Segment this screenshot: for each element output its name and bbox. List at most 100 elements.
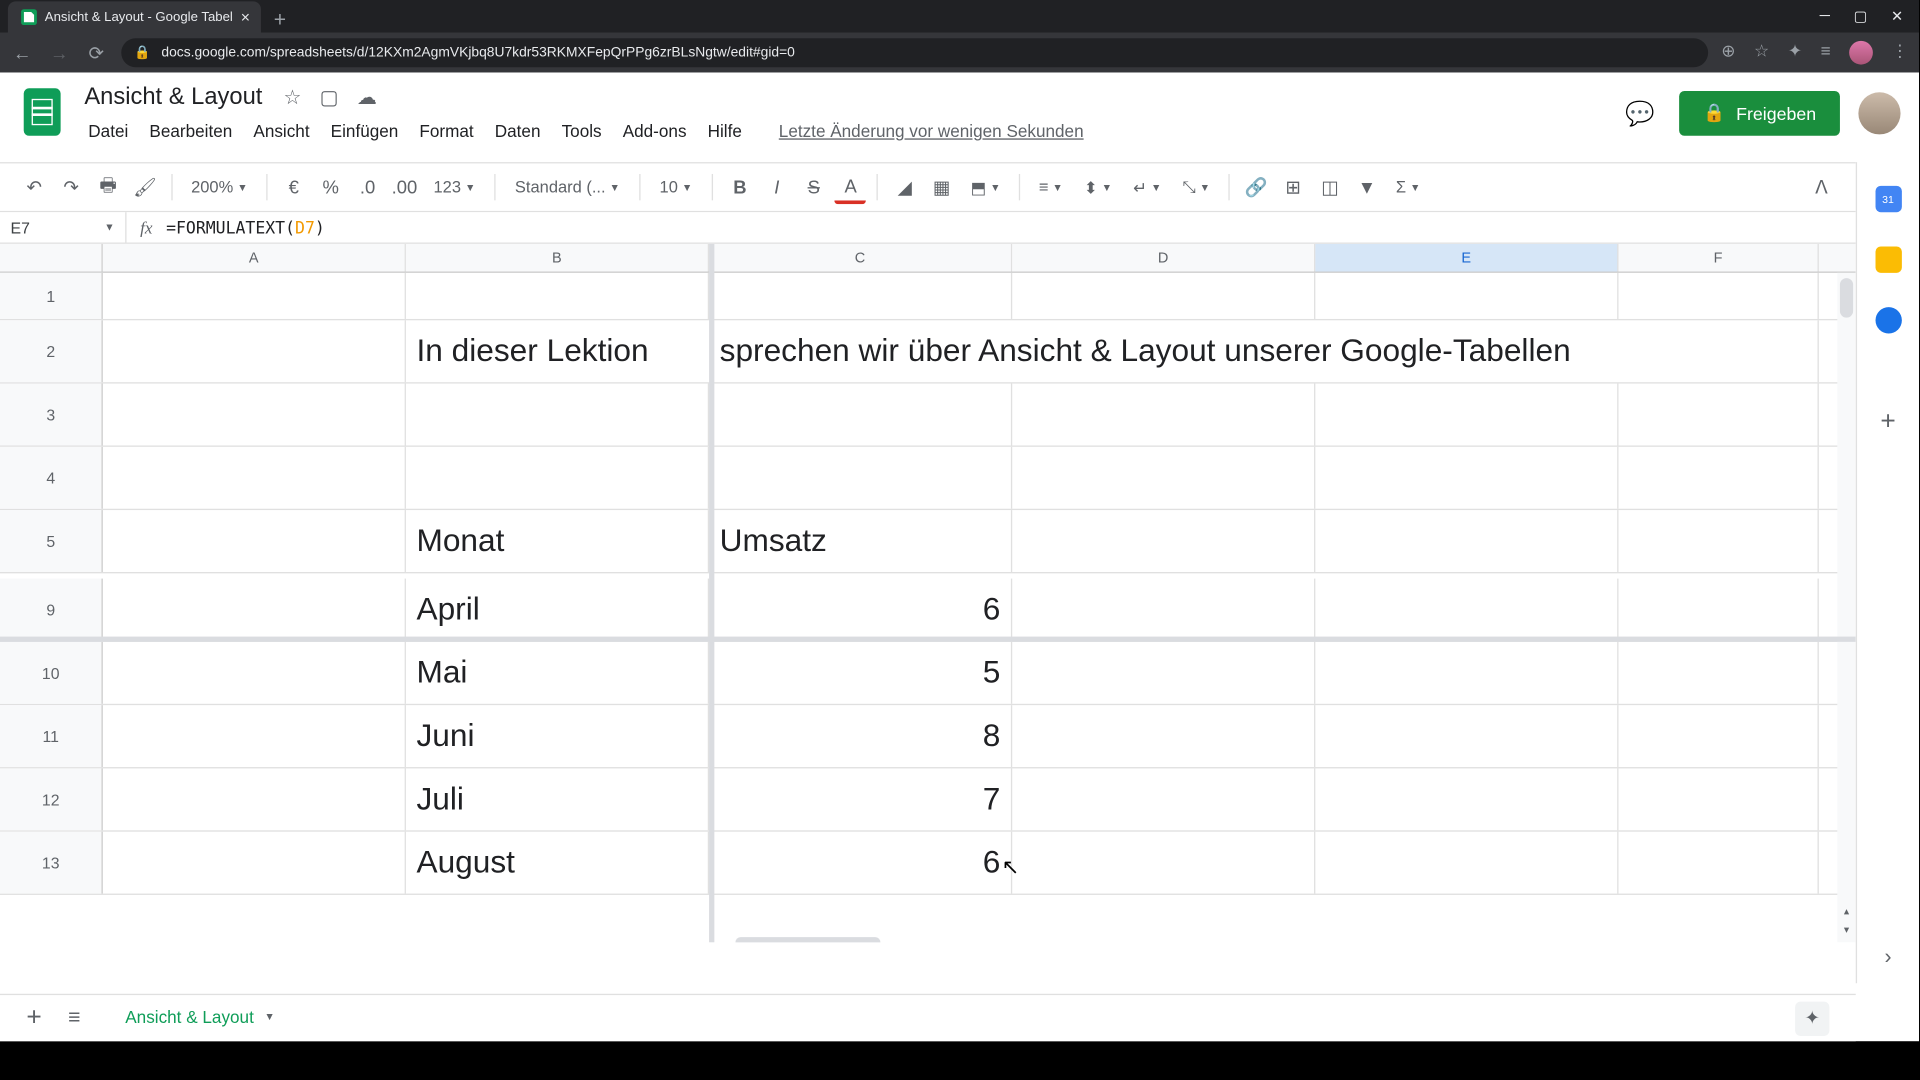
link-icon[interactable]: 🔗 xyxy=(1240,170,1272,204)
move-icon[interactable]: ▢ xyxy=(320,85,339,109)
profile-avatar[interactable] xyxy=(1849,41,1873,65)
col-header-B[interactable]: B xyxy=(406,244,709,272)
cell-month[interactable]: August xyxy=(406,832,709,894)
cell-value[interactable]: 6 xyxy=(709,579,1012,641)
cell-month[interactable]: April xyxy=(406,579,709,641)
cell-c5[interactable]: Umsatz xyxy=(709,510,1012,572)
borders-icon[interactable]: ▦ xyxy=(926,170,958,204)
font-family-dropdown[interactable]: Standard (...▼ xyxy=(506,170,630,204)
back-icon[interactable]: ← xyxy=(11,42,35,63)
undo-icon[interactable]: ↶ xyxy=(18,170,50,204)
window-maximize-icon[interactable]: ▢ xyxy=(1854,8,1868,25)
row-header[interactable]: 2 xyxy=(0,320,103,382)
menu-daten[interactable]: Daten xyxy=(486,116,550,146)
cell-b5[interactable]: Monat xyxy=(406,510,709,572)
calendar-icon[interactable] xyxy=(1875,186,1901,212)
row-header[interactable]: 11 xyxy=(0,705,103,767)
cell-month[interactable]: Mai xyxy=(406,642,709,704)
explore-icon[interactable]: ✦ xyxy=(1795,1001,1829,1035)
cell-value[interactable]: 7 xyxy=(709,768,1012,830)
extensions-icon[interactable]: ✦ xyxy=(1788,41,1802,65)
zoom-indicator-icon[interactable]: ⊕ xyxy=(1721,41,1735,65)
row-header[interactable]: 10 xyxy=(0,642,103,704)
new-tab-button[interactable]: + xyxy=(261,9,300,33)
col-header-C[interactable]: C xyxy=(709,244,1012,272)
tab-close-icon[interactable]: × xyxy=(241,8,250,26)
col-header-E[interactable]: E xyxy=(1315,244,1618,272)
select-all-corner[interactable] xyxy=(0,244,103,272)
name-box[interactable]: E7 ▼ xyxy=(0,212,127,242)
hide-panel-icon[interactable]: › xyxy=(1885,946,1892,970)
account-avatar[interactable] xyxy=(1858,92,1900,134)
last-edit-link[interactable]: Letzte Änderung vor wenigen Sekunden xyxy=(770,116,1093,146)
menu-bearbeiten[interactable]: Bearbeiten xyxy=(140,116,241,146)
freeze-bar-horizontal[interactable] xyxy=(0,637,1856,642)
cell-value[interactable]: 6 xyxy=(709,832,1012,894)
menu-ansicht[interactable]: Ansicht xyxy=(244,116,319,146)
forward-icon[interactable]: → xyxy=(47,42,71,63)
sheet-tab-active[interactable]: Ansicht & Layout ▼ xyxy=(107,996,293,1039)
fill-color-icon[interactable]: ◢ xyxy=(889,170,921,204)
url-input[interactable]: 🔒 docs.google.com/spreadsheets/d/12KXm2A… xyxy=(121,38,1708,67)
cell-month[interactable]: Juni xyxy=(406,705,709,767)
wrap-dropdown[interactable]: ↵▼ xyxy=(1125,170,1169,204)
share-button[interactable]: 🔒 Freigeben xyxy=(1680,91,1840,136)
all-sheets-icon[interactable]: ≡ xyxy=(68,1006,80,1030)
col-header-A[interactable]: A xyxy=(103,244,406,272)
reload-icon[interactable]: ⟳ xyxy=(84,42,108,64)
merge-dropdown[interactable]: ⬒▼ xyxy=(963,170,1009,204)
redo-icon[interactable]: ↷ xyxy=(55,170,87,204)
paint-format-icon[interactable]: 🖌 xyxy=(129,170,161,204)
row-header[interactable]: 1 xyxy=(0,273,103,319)
collapse-toolbar-icon[interactable]: ᐱ xyxy=(1806,170,1838,204)
currency-icon[interactable]: € xyxy=(278,170,310,204)
star-icon[interactable]: ☆ xyxy=(283,85,301,109)
horizontal-scrollbar[interactable] xyxy=(103,937,1837,942)
menu-datei[interactable]: Datei xyxy=(79,116,137,146)
sheets-logo-icon[interactable] xyxy=(18,80,65,143)
functions-dropdown[interactable]: Σ▼ xyxy=(1388,170,1428,204)
grid-body[interactable]: 1 2In dieser Lektionsprechen wir über An… xyxy=(0,273,1856,895)
window-close-icon[interactable]: ✕ xyxy=(1891,8,1903,25)
scrollbar-thumb[interactable] xyxy=(1840,278,1853,318)
menu-format[interactable]: Format xyxy=(410,116,483,146)
vertical-scrollbar[interactable]: ▴ ▾ xyxy=(1837,273,1855,943)
col-header-F[interactable]: F xyxy=(1619,244,1819,272)
formula-input[interactable]: =FORMULATEXT(D7) xyxy=(166,217,325,237)
row-header[interactable]: 13 xyxy=(0,832,103,894)
chart-icon[interactable]: ◫ xyxy=(1314,170,1346,204)
reading-list-icon[interactable]: ≡ xyxy=(1821,41,1831,65)
scroll-down-icon[interactable]: ▾ xyxy=(1837,924,1855,942)
comment-icon[interactable]: ⊞ xyxy=(1277,170,1309,204)
bookmark-star-icon[interactable]: ☆ xyxy=(1754,41,1769,65)
cell-value[interactable]: 5 xyxy=(709,642,1012,704)
halign-dropdown[interactable]: ≡▼ xyxy=(1031,170,1071,204)
zoom-dropdown[interactable]: 200%▼ xyxy=(183,170,255,204)
filter-icon[interactable]: ▼ xyxy=(1351,170,1383,204)
valign-dropdown[interactable]: ⬍▼ xyxy=(1076,170,1120,204)
window-minimize-icon[interactable]: ─ xyxy=(1820,8,1830,25)
row-header[interactable]: 4 xyxy=(0,447,103,509)
cloud-status-icon[interactable]: ☁ xyxy=(357,85,377,109)
keep-icon[interactable] xyxy=(1875,246,1901,272)
tasks-icon[interactable] xyxy=(1875,307,1901,333)
menu-tools[interactable]: Tools xyxy=(552,116,610,146)
menu-addons[interactable]: Add-ons xyxy=(613,116,695,146)
cell-value[interactable]: 8 xyxy=(709,705,1012,767)
freeze-bar-vertical[interactable] xyxy=(709,244,714,943)
italic-icon[interactable]: I xyxy=(761,170,793,204)
cell-c2[interactable]: sprechen wir über Ansicht & Layout unser… xyxy=(709,320,1012,382)
doc-title[interactable]: Ansicht & Layout xyxy=(79,80,268,113)
row-header[interactable]: 5 xyxy=(0,510,103,572)
browser-tab[interactable]: Ansicht & Layout - Google Tabel × xyxy=(8,1,261,33)
row-header[interactable]: 3 xyxy=(0,384,103,446)
cell-month[interactable]: Juli xyxy=(406,768,709,830)
text-color-icon[interactable]: A xyxy=(835,170,867,204)
font-size-dropdown[interactable]: 10▼ xyxy=(652,170,702,204)
decrease-decimal-icon[interactable]: .0 xyxy=(352,170,384,204)
add-addon-icon[interactable]: + xyxy=(1880,407,1895,437)
menu-einfuegen[interactable]: Einfügen xyxy=(321,116,407,146)
row-header[interactable]: 9 xyxy=(0,579,103,641)
rotate-dropdown[interactable]: ⤡▼ xyxy=(1175,170,1218,204)
col-header-D[interactable]: D xyxy=(1012,244,1315,272)
